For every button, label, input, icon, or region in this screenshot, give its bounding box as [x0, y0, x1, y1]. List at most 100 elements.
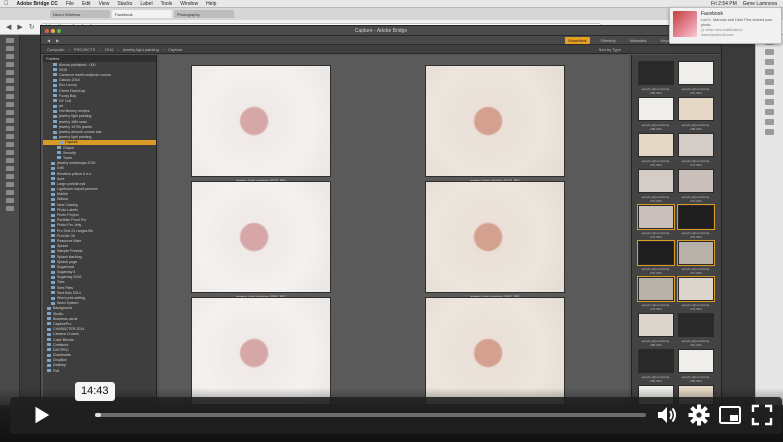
- photo-thumbnail[interactable]: [425, 65, 565, 177]
- tool-icon[interactable]: [6, 102, 14, 107]
- minimize-window-icon[interactable]: [51, 29, 55, 33]
- filmstrip-thumbnail[interactable]: [678, 169, 714, 193]
- menu-user[interactable]: Gene Lamnova: [743, 1, 777, 7]
- tool-icon[interactable]: [6, 62, 14, 67]
- tool-icon[interactable]: [6, 182, 14, 187]
- fullscreen-icon[interactable]: [750, 403, 774, 427]
- breadcrumb-item[interactable]: Capture: [168, 47, 182, 52]
- tool-icon[interactable]: [6, 150, 14, 155]
- photo-thumbnail[interactable]: [191, 181, 331, 293]
- tool-icon[interactable]: [6, 86, 14, 91]
- filmstrip-thumbnail[interactable]: [677, 276, 715, 302]
- workspace-filmstrip[interactable]: Filmstrip: [598, 37, 619, 44]
- tool-icon[interactable]: [6, 158, 14, 163]
- extension-icon[interactable]: [765, 129, 774, 135]
- menu-app-name[interactable]: Adobe Bridge CC: [17, 1, 58, 7]
- tool-icon[interactable]: [6, 46, 14, 51]
- browser-tab[interactable]: Neuro Wireless: [50, 10, 110, 18]
- play-icon[interactable]: [30, 404, 52, 426]
- filmstrip-thumbnail[interactable]: [678, 61, 714, 85]
- workspace-metadata[interactable]: Metadata: [627, 37, 650, 44]
- notification-text: Facebook Lori K. Marcolo and Uber Pixx s…: [701, 11, 778, 40]
- extension-icon[interactable]: [765, 69, 774, 75]
- extension-icon[interactable]: [765, 119, 774, 125]
- forward-icon[interactable]: ▶: [17, 23, 22, 31]
- filmstrip-thumbnail[interactable]: [637, 204, 675, 230]
- gear-icon[interactable]: [687, 403, 711, 427]
- tool-icon[interactable]: [6, 54, 14, 59]
- photo-thumbnail[interactable]: [425, 181, 565, 293]
- folder-icon: [53, 135, 57, 139]
- filmstrip-thumbnail[interactable]: [677, 240, 715, 266]
- tool-icon[interactable]: [6, 190, 14, 195]
- extension-icon[interactable]: [765, 49, 774, 55]
- browser-tab[interactable]: Photography: [174, 10, 234, 18]
- filmstrip-thumbnail[interactable]: [638, 61, 674, 85]
- pip-icon[interactable]: [718, 403, 742, 427]
- breadcrumb-item[interactable]: PROJECTS: [74, 47, 95, 52]
- folder-icon: [51, 182, 55, 186]
- facebook-notification[interactable]: Facebook Lori K. Marcolo and Uber Pixx s…: [669, 7, 782, 44]
- menu-item-file[interactable]: File: [66, 1, 74, 7]
- forward-icon[interactable]: ▶: [56, 38, 59, 43]
- tool-icon[interactable]: [6, 198, 14, 203]
- menu-item-window[interactable]: Window: [180, 1, 198, 7]
- folder-label: Photo Project: [57, 213, 79, 218]
- filmstrip-thumbnail[interactable]: [638, 349, 674, 373]
- workspace-essentials[interactable]: Essentials: [565, 36, 590, 44]
- breadcrumb-item[interactable]: 2016: [105, 47, 114, 52]
- browser-tab-active[interactable]: Facebook: [112, 10, 172, 18]
- menu-item-label[interactable]: Label: [140, 1, 152, 7]
- zoom-window-icon[interactable]: [57, 29, 61, 33]
- filmstrip-thumbnail[interactable]: [638, 133, 674, 157]
- folder-item[interactable]: Fiat: [43, 368, 156, 373]
- back-icon[interactable]: ◀: [47, 38, 50, 43]
- extension-icon[interactable]: [765, 109, 774, 115]
- photo-thumbnail[interactable]: [191, 65, 331, 177]
- tool-icon[interactable]: [6, 38, 14, 43]
- filmstrip-thumbnail[interactable]: [637, 240, 675, 266]
- filmstrip-filename: jewelry-light-painting-275.JPG: [681, 231, 711, 239]
- close-window-icon[interactable]: [45, 29, 49, 33]
- extension-icon[interactable]: [765, 79, 774, 85]
- menu-clock[interactable]: Fri 2:54 PM: [711, 1, 737, 7]
- apple-icon[interactable]: : [4, 1, 9, 7]
- tool-icon[interactable]: [6, 78, 14, 83]
- menu-item-edit[interactable]: Edit: [82, 1, 91, 7]
- menu-item-stacks[interactable]: Stacks: [117, 1, 132, 7]
- filmstrip-thumbnail[interactable]: [677, 204, 715, 230]
- filmstrip-thumbnail[interactable]: [638, 313, 674, 337]
- tool-icon[interactable]: [6, 110, 14, 115]
- extension-icon[interactable]: [765, 89, 774, 95]
- tool-icon[interactable]: [6, 70, 14, 75]
- reload-icon[interactable]: ↻: [29, 23, 35, 31]
- filmstrip-thumbnail[interactable]: [678, 133, 714, 157]
- back-icon[interactable]: ◀: [6, 23, 11, 31]
- tool-icon[interactable]: [6, 94, 14, 99]
- breadcrumb-item[interactable]: Computer: [47, 47, 65, 52]
- tool-icon[interactable]: [6, 118, 14, 123]
- tool-icon[interactable]: [6, 126, 14, 131]
- breadcrumb-item[interactable]: jewelry light painting: [123, 47, 159, 52]
- tool-icon[interactable]: [6, 142, 14, 147]
- progress-bar[interactable]: [95, 413, 646, 417]
- filmstrip-thumbnail[interactable]: [637, 276, 675, 302]
- filmstrip-thumbnail[interactable]: [678, 313, 714, 337]
- menu-item-tools[interactable]: Tools: [161, 1, 173, 7]
- filmstrip-thumbnail[interactable]: [638, 169, 674, 193]
- menu-item-help[interactable]: Help: [206, 1, 216, 7]
- extension-icon[interactable]: [765, 99, 774, 105]
- volume-icon[interactable]: [655, 403, 679, 427]
- tool-icon[interactable]: [6, 206, 14, 211]
- filmstrip-thumbnail[interactable]: [638, 97, 674, 121]
- sort-menu[interactable]: Sort by Type: [599, 47, 721, 52]
- filmstrip-thumbnail[interactable]: [678, 97, 714, 121]
- notification-more-link[interactable]: (1 other new notification): [701, 28, 778, 32]
- tool-icon[interactable]: [6, 134, 14, 139]
- menu-item-view[interactable]: View: [99, 1, 110, 7]
- folders-panel-title[interactable]: Folders: [43, 55, 156, 62]
- extension-icon[interactable]: [765, 59, 774, 65]
- tool-icon[interactable]: [6, 174, 14, 179]
- filmstrip-thumbnail[interactable]: [678, 349, 714, 373]
- tool-icon[interactable]: [6, 166, 14, 171]
